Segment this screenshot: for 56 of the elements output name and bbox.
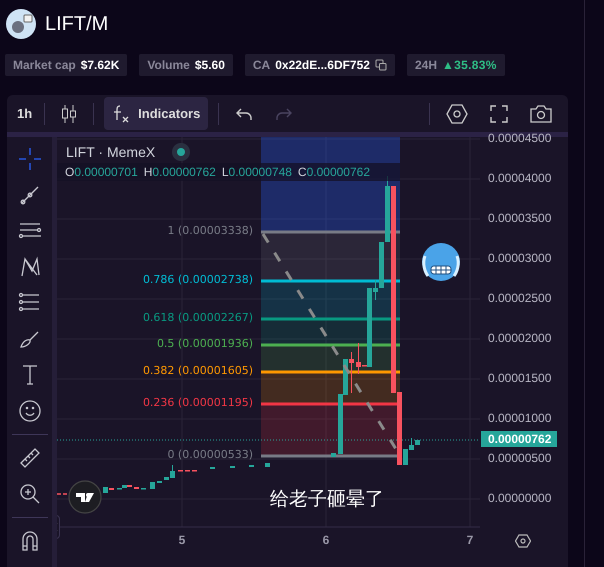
ohlc-value: C0.00000762 [298, 165, 370, 179]
stat-value: $5.60 [194, 58, 225, 72]
price-axis-label: 0.00004000 [488, 171, 552, 185]
price-axis-label: 0.00000000 [488, 491, 552, 505]
indicators-button[interactable]: Indicators [104, 97, 208, 130]
chart-caption: 给老子砸晕了 [270, 487, 384, 512]
price-axis-label: 0.00003500 [488, 211, 552, 225]
fib-level-label: 0.236 (0.00001195) [142, 396, 253, 409]
fib-level-label: 1 (0.00003338) [167, 224, 253, 237]
camera-icon[interactable] [530, 104, 552, 122]
undo-icon[interactable] [235, 106, 254, 120]
token-title: LIFT/M [45, 12, 108, 36]
smiley-icon[interactable] [18, 399, 42, 423]
candle [331, 453, 336, 457]
price-axis-label: 0.00003000 [488, 251, 552, 265]
ohlc-value: H0.00000762 [144, 165, 216, 179]
candle [150, 482, 155, 489]
price-axis-label: 0.00002500 [488, 291, 552, 305]
settings-icon[interactable] [515, 534, 531, 548]
candlestick-icon[interactable] [61, 104, 78, 124]
stat-value: $7.62K [80, 58, 120, 72]
stat-label: CA [252, 58, 270, 72]
symbol-title: LIFT · MemeX [66, 144, 156, 160]
ohlc-value: L0.00000748 [222, 165, 292, 179]
settings-icon[interactable] [446, 104, 468, 124]
status-dot [172, 143, 190, 161]
time-axis-label: 6 [322, 533, 330, 547]
cold-emoji-icon [421, 242, 461, 282]
stat-label: Market cap [13, 58, 76, 72]
price-axis-label: 0.00000500 [488, 451, 552, 465]
price-axis-label: 0.00001500 [488, 371, 552, 385]
crosshair-icon[interactable] [18, 147, 42, 171]
fib-level-label: 0.786 (0.00002738) [142, 273, 253, 286]
avatar [6, 9, 36, 39]
interval-button[interactable]: 1h [15, 106, 34, 121]
ohlc-value: O0.00000701 [65, 165, 138, 179]
price-axis-label: 0.00002000 [488, 331, 552, 345]
candle [265, 463, 270, 467]
logo-icon[interactable] [68, 480, 102, 514]
price-axis-label: 0.00001000 [488, 411, 552, 425]
fib-level-label: 0.618 (0.00002267) [142, 311, 253, 324]
stat-label: Volume [147, 58, 190, 72]
fib-level-label: 0.382 (0.00001605) [142, 364, 253, 377]
stat-value: ▲35.83% [442, 58, 497, 72]
fib-level-label: 0 (0.00000533) [167, 448, 253, 461]
time-axis-label: 7 [466, 533, 474, 547]
fullscreen-icon[interactable] [490, 104, 508, 122]
ruler-icon[interactable] [18, 446, 42, 470]
fib-level-label: 0.5 (0.00001936) [156, 337, 253, 350]
time-axis-label: 5 [178, 533, 186, 547]
price-axis-label: 0.00004500 [488, 131, 552, 145]
copy-icon[interactable] [374, 59, 387, 71]
zoom-icon[interactable] [18, 482, 42, 506]
stat-value: 0x22dE...6DF752 [275, 58, 370, 72]
stat-label: 24H [414, 58, 437, 72]
last-price-label: 0.00000762 [481, 431, 558, 447]
